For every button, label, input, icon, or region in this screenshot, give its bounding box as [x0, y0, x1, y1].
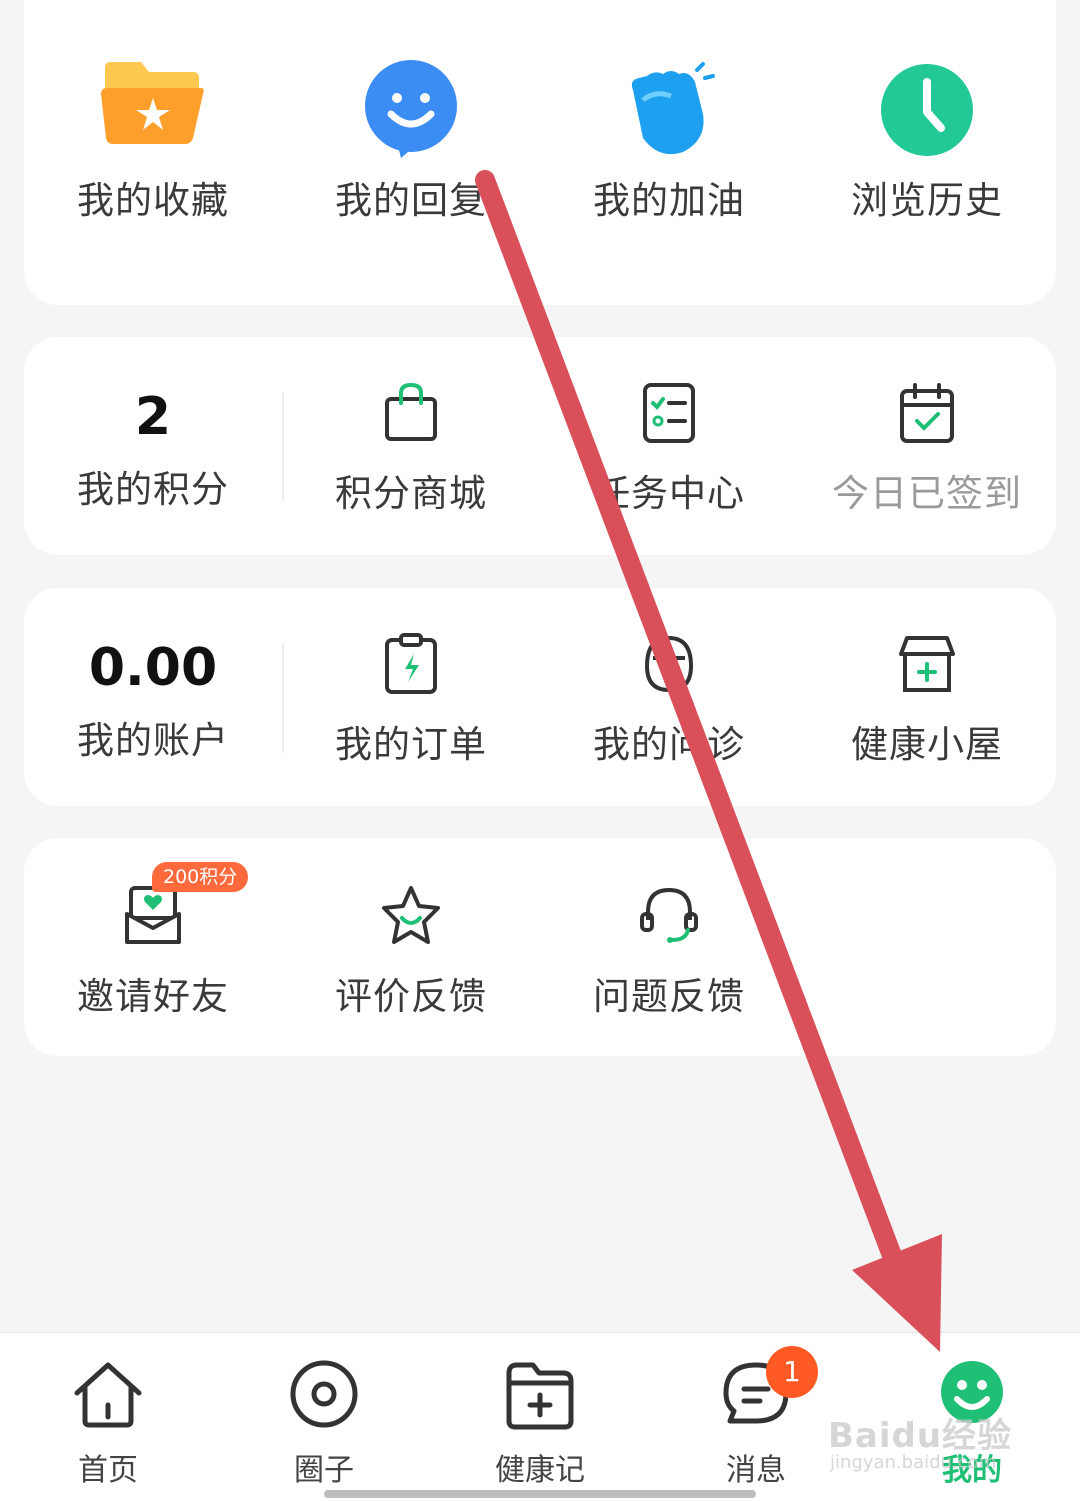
account-card: 0.00 我的账户 我的订单 我的问诊 健康小屋 [24, 588, 1056, 806]
points-mall-item[interactable]: 积分商城 [282, 381, 540, 517]
checkin-item[interactable]: 今日已签到 [798, 381, 1056, 517]
consultation-item[interactable]: 我的问诊 [540, 632, 798, 768]
history-label: 浏览历史 [851, 179, 1003, 222]
headset-icon [640, 887, 698, 943]
account-value: 0.00 [88, 638, 218, 698]
issue-feedback-label: 问题反馈 [593, 975, 745, 1018]
home-indicator[interactable] [324, 1490, 756, 1498]
task-center-item[interactable]: 任务中心 [540, 381, 798, 517]
home-icon [74, 1362, 142, 1428]
replies-item[interactable]: 我的回复 [282, 60, 540, 224]
cheer-item[interactable]: 我的加油 [540, 60, 798, 224]
folder-plus-icon [506, 1362, 574, 1430]
rate-feedback-item[interactable]: 评价反馈 [282, 884, 540, 1020]
tab-health-notes-label: 健康记 [495, 1453, 585, 1488]
health-store-label: 健康小屋 [851, 723, 1003, 766]
invite-envelope-icon [125, 886, 181, 944]
favorites-item[interactable]: 我的收藏 [24, 60, 282, 224]
history-item[interactable]: 浏览历史 [798, 60, 1056, 224]
invite-points-badge: 200积分 [152, 862, 249, 892]
issue-feedback-item[interactable]: 问题反馈 [540, 884, 798, 1020]
task-center-label: 任务中心 [593, 472, 745, 515]
orders-item[interactable]: 我的订单 [282, 632, 540, 768]
doctor-icon [644, 635, 694, 693]
cheer-label: 我的加油 [593, 179, 745, 222]
consultation-label: 我的问诊 [593, 723, 745, 766]
invite-friends-label: 邀请好友 [77, 975, 229, 1018]
checkin-label: 今日已签到 [832, 472, 1022, 515]
tab-home-label: 首页 [78, 1453, 138, 1488]
watermark: Baidu经验 [828, 1416, 1013, 1456]
message-count-badge: 1 [766, 1346, 818, 1398]
replies-label: 我的回复 [335, 179, 487, 222]
points-value: 2 [134, 387, 172, 447]
calendar-check-icon [900, 383, 954, 443]
favorites-label: 我的收藏 [77, 179, 229, 222]
star-smile-icon [382, 886, 440, 944]
smile-chat-icon [365, 60, 457, 158]
points-card: 2 我的积分 积分商城 任务中心 今日已签到 [24, 337, 1056, 555]
my-account-item[interactable]: 0.00 我的账户 [24, 638, 282, 764]
clock-icon [881, 64, 973, 156]
task-list-icon [643, 383, 695, 443]
health-store-icon [899, 636, 955, 692]
invite-friends-item[interactable]: 邀请好友 [24, 884, 282, 1020]
clap-hand-icon [631, 62, 715, 155]
tab-circle-label: 圈子 [294, 1453, 354, 1488]
shopping-bag-icon [385, 382, 437, 441]
tab-health-notes[interactable]: 健康记 [432, 1333, 648, 1501]
account-label: 我的账户 [77, 719, 229, 762]
watermark-url: jingyan.baidu.com [830, 1452, 997, 1473]
points-mall-label: 积分商城 [335, 472, 487, 515]
orders-label: 我的订单 [335, 723, 487, 766]
tab-home[interactable]: 首页 [0, 1333, 216, 1501]
tab-circle[interactable]: 圈子 [216, 1333, 432, 1501]
folder-star-icon [101, 62, 204, 144]
my-points-item[interactable]: 2 我的积分 [24, 387, 282, 513]
health-store-item[interactable]: 健康小屋 [798, 632, 1056, 768]
rate-feedback-label: 评价反馈 [335, 975, 487, 1018]
points-label: 我的积分 [77, 468, 229, 511]
order-clipboard-icon [385, 633, 437, 694]
circle-icon [290, 1360, 358, 1428]
quick-actions-card: 我的收藏 我的回复 我的加油 浏览历史 [24, 0, 1056, 305]
